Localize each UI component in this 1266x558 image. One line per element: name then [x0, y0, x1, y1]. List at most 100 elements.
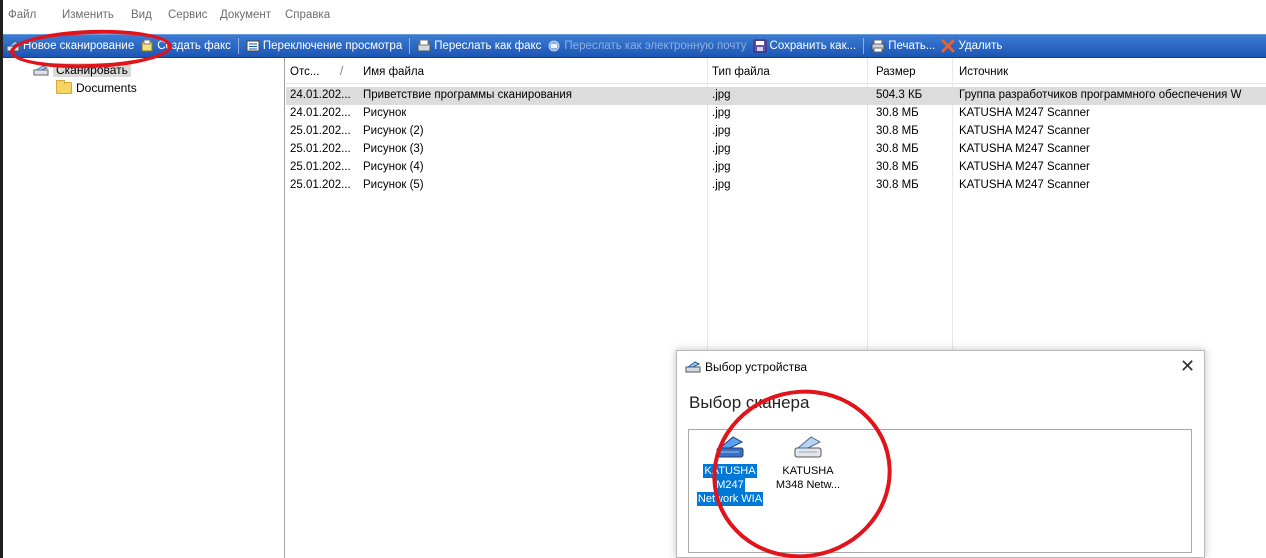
- device-list: KATUSHA M247 Network WIA KATUSHA M348 Ne…: [688, 429, 1192, 553]
- table-row[interactable]: 25.01.202... Рисунок (3) .jpg 30.8 МБ KA…: [286, 141, 1266, 159]
- cell-filename: Рисунок: [363, 107, 407, 119]
- device-label-line2: M247: [715, 478, 745, 492]
- print-button[interactable]: Печать...: [868, 35, 938, 57]
- forward-email-button[interactable]: Переслать как электронную почту: [544, 35, 749, 57]
- delete-x-icon: [941, 39, 955, 53]
- menu-view[interactable]: Вид: [131, 9, 152, 21]
- email-icon: [547, 39, 561, 53]
- list-header: Отс... / Имя файла Тип файла Размер Исто…: [286, 58, 1266, 84]
- tree-item-label: Сканировать: [53, 63, 131, 77]
- cell-source: KATUSHA M247 Scanner: [959, 179, 1090, 191]
- toolbar-separator: [409, 38, 411, 54]
- device-label-line1: KATUSHA: [782, 465, 834, 477]
- tree-item-scan[interactable]: Сканировать: [33, 62, 131, 78]
- folder-icon: [56, 80, 72, 94]
- column-header-date[interactable]: Отс...: [290, 66, 319, 78]
- print-label: Печать...: [888, 40, 936, 52]
- column-header-filetype[interactable]: Тип файла: [712, 66, 770, 78]
- tree-item-documents[interactable]: Documents: [56, 80, 137, 96]
- switch-view-label: Переключение просмотра: [262, 40, 403, 52]
- menu-edit[interactable]: Изменить: [62, 9, 114, 21]
- table-row[interactable]: 24.01.202... Приветствие программы скани…: [286, 87, 1266, 105]
- dialog-heading: Выбор сканера: [689, 393, 810, 412]
- device-label-line3: Network WIA: [696, 492, 764, 506]
- cell-size: 30.8 МБ: [876, 161, 919, 173]
- close-icon[interactable]: ✕: [1180, 357, 1195, 375]
- cell-filename: Рисунок (4): [363, 161, 424, 173]
- app-window: Файл Изменить Вид Сервис Документ Справк…: [0, 0, 1266, 558]
- save-as-label: Сохранить как...: [769, 40, 857, 52]
- cell-filetype: .jpg: [712, 161, 731, 173]
- cell-source: Группа разработчиков программного обеспе…: [959, 89, 1242, 101]
- forward-email-label: Переслать как электронную почту: [564, 40, 747, 52]
- scanner-icon: [685, 360, 701, 374]
- file-rows: 24.01.202... Приветствие программы скани…: [286, 87, 1266, 195]
- sort-indicator: /: [340, 66, 344, 78]
- save-as-button[interactable]: Сохранить как...: [750, 35, 860, 57]
- cell-filename: Приветствие программы сканирования: [363, 89, 573, 101]
- table-row[interactable]: 25.01.202... Рисунок (5) .jpg 30.8 МБ KA…: [286, 177, 1266, 195]
- toolbar-separator: [863, 38, 865, 54]
- toolbar: Новое сканирование Создать факс Переключ…: [3, 34, 1266, 58]
- forward-fax-button[interactable]: Переслать как факс: [414, 35, 544, 57]
- cell-filetype: .jpg: [712, 107, 731, 119]
- tree-item-label: Documents: [76, 81, 137, 95]
- cell-filetype: .jpg: [712, 179, 731, 191]
- cell-date: 25.01.202...: [290, 125, 351, 137]
- table-row[interactable]: 25.01.202... Рисунок (4) .jpg 30.8 МБ KA…: [286, 159, 1266, 177]
- device-label-line2: M348 Netw...: [775, 479, 841, 491]
- cell-date: 25.01.202...: [290, 143, 351, 155]
- printer-icon: [871, 39, 885, 53]
- device-item[interactable]: KATUSHA M247 Network WIA: [691, 434, 769, 520]
- menu-file[interactable]: Файл: [8, 9, 36, 21]
- delete-button[interactable]: Удалить: [938, 35, 1005, 57]
- table-row[interactable]: 24.01.202... Рисунок .jpg 30.8 МБ KATUSH…: [286, 105, 1266, 123]
- forward-fax-label: Переслать как факс: [434, 40, 542, 52]
- cell-date: 24.01.202...: [290, 107, 351, 119]
- scanner-icon: [6, 39, 20, 53]
- folder-tree: Сканировать Documents: [3, 58, 285, 558]
- create-fax-button[interactable]: Создать факс: [137, 35, 234, 57]
- cell-size: 30.8 МБ: [876, 107, 919, 119]
- column-header-size[interactable]: Размер: [876, 66, 916, 78]
- cell-filename: Рисунок (2): [363, 125, 424, 137]
- menu-document[interactable]: Документ: [220, 9, 271, 21]
- cell-source: KATUSHA M247 Scanner: [959, 161, 1090, 173]
- cell-size: 30.8 МБ: [876, 179, 919, 191]
- menu-bar: Файл Изменить Вид Сервис Документ Справк…: [3, 0, 1266, 34]
- cell-date: 24.01.202...: [290, 89, 351, 101]
- cell-source: KATUSHA M247 Scanner: [959, 125, 1090, 137]
- fax-icon: [140, 39, 154, 53]
- view-list-icon: [246, 39, 260, 53]
- table-row[interactable]: 25.01.202... Рисунок (2) .jpg 30.8 МБ KA…: [286, 123, 1266, 141]
- column-header-source[interactable]: Источник: [959, 66, 1008, 78]
- new-scan-label: Новое сканирование: [23, 40, 135, 52]
- switch-view-button[interactable]: Переключение просмотра: [243, 35, 405, 57]
- device-item[interactable]: KATUSHA M348 Netw...: [769, 434, 847, 520]
- cell-filetype: .jpg: [712, 143, 731, 155]
- new-scan-button[interactable]: Новое сканирование: [3, 35, 137, 57]
- dialog-titlebar[interactable]: Выбор устройства ✕: [677, 351, 1204, 383]
- cell-filename: Рисунок (3): [363, 143, 424, 155]
- cell-size: 30.8 МБ: [876, 143, 919, 155]
- toolbar-separator: [237, 38, 239, 54]
- column-header-filename[interactable]: Имя файла: [363, 66, 424, 78]
- cell-filetype: .jpg: [712, 89, 731, 101]
- menu-service[interactable]: Сервис: [168, 9, 207, 21]
- cell-date: 25.01.202...: [290, 179, 351, 191]
- scanner-icon: [713, 434, 747, 460]
- cell-filename: Рисунок (5): [363, 179, 424, 191]
- dialog-title: Выбор устройства: [705, 360, 808, 374]
- device-select-dialog: Выбор устройства ✕ Выбор сканера KATUSHA…: [676, 350, 1205, 558]
- save-icon: [753, 39, 767, 53]
- scanner-icon: [791, 434, 825, 460]
- menu-help[interactable]: Справка: [285, 9, 330, 21]
- cell-source: KATUSHA M247 Scanner: [959, 107, 1090, 119]
- delete-label: Удалить: [958, 40, 1003, 52]
- create-fax-label: Создать факс: [157, 40, 231, 52]
- forward-fax-icon: [417, 39, 431, 53]
- cell-filetype: .jpg: [712, 125, 731, 137]
- cell-size: 504.3 КБ: [876, 89, 923, 101]
- cell-date: 25.01.202...: [290, 161, 351, 173]
- cell-size: 30.8 МБ: [876, 125, 919, 137]
